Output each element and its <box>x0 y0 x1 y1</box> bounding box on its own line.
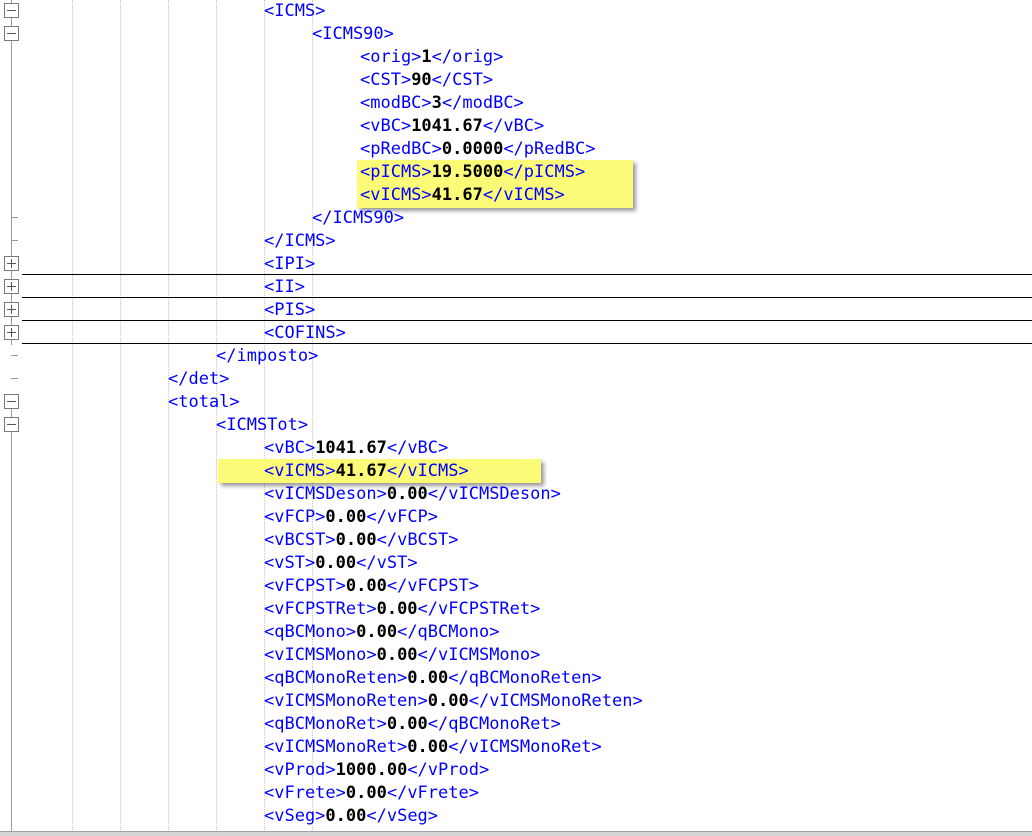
xml-line-tot-vbc[interactable]: <vBC>1041.67</vBC> <box>264 437 448 460</box>
fold-end-mark <box>11 378 18 379</box>
collapsed-block-rule <box>22 320 1032 321</box>
xml-line-tot-qbcmonoreten[interactable]: <qBCMonoReten>0.00</qBCMonoReten> <box>264 667 602 690</box>
fold-end-mark <box>11 217 18 218</box>
total-open-tag[interactable]: <total> <box>168 391 240 414</box>
xml-line-tot-vicmsmono[interactable]: <vICMSMono>0.00</vICMSMono> <box>264 644 540 667</box>
collapsed-node-ii[interactable]: <II> <box>264 276 305 299</box>
icmstot-open-tag[interactable]: <ICMSTot> <box>216 414 308 437</box>
xml-line-tot-vst[interactable]: <vST>0.00</vST> <box>264 552 418 575</box>
fold-end-mark <box>11 355 18 356</box>
xml-line-predbc[interactable]: <pRedBC>0.0000</pRedBC> <box>360 138 595 161</box>
editor-bottom-edge <box>0 831 1032 836</box>
fold-end-mark <box>11 240 18 241</box>
fold-line <box>11 394 12 836</box>
fold-plus-icon[interactable] <box>4 279 19 294</box>
fold-plus-icon[interactable] <box>4 256 19 271</box>
icms-open-tag[interactable]: <ICMS> <box>264 0 325 23</box>
xml-line-tot-vicmsmonoreten[interactable]: <vICMSMonoReten>0.00</vICMSMonoReten> <box>264 690 643 713</box>
fold-minus-icon[interactable] <box>4 26 19 41</box>
collapsed-node-cofins[interactable]: <COFINS> <box>264 322 346 345</box>
indent-guide <box>168 0 169 836</box>
xml-line-tot-vicms[interactable]: <vICMS>41.67</vICMS> <box>264 460 469 483</box>
xml-line-tot-vfcpstret[interactable]: <vFCPSTRet>0.00</vFCPSTRet> <box>264 598 540 621</box>
fold-margin <box>0 0 22 836</box>
xml-line-modbc[interactable]: <modBC>3</modBC> <box>360 92 524 115</box>
collapsed-node-pis[interactable]: <PIS> <box>264 299 315 322</box>
xml-line-tot-vbcst[interactable]: <vBCST>0.00</vBCST> <box>264 529 459 552</box>
fold-minus-icon[interactable] <box>4 417 19 432</box>
xml-line-vicms[interactable]: <vICMS>41.67</vICMS> <box>360 184 565 207</box>
fold-minus-icon[interactable] <box>4 3 19 18</box>
fold-plus-icon[interactable] <box>4 302 19 317</box>
xml-line-tot-vfcp[interactable]: <vFCP>0.00</vFCP> <box>264 506 438 529</box>
xml-line-cst[interactable]: <CST>90</CST> <box>360 69 493 92</box>
collapsed-node-ipi[interactable]: <IPI> <box>264 253 315 276</box>
xml-line-tot-vfrete[interactable]: <vFrete>0.00</vFrete> <box>264 782 479 805</box>
icms90-close-tag[interactable]: </ICMS90> <box>312 207 404 230</box>
xml-line-tot-qbcmonoret[interactable]: <qBCMonoRet>0.00</qBCMonoRet> <box>264 713 561 736</box>
xml-line-orig[interactable]: <orig>1</orig> <box>360 46 503 69</box>
fold-plus-icon[interactable] <box>4 325 19 340</box>
det-close-tag[interactable]: </det> <box>168 368 229 391</box>
imposto-close-tag[interactable]: </imposto> <box>216 345 318 368</box>
icms-close-tag[interactable]: </ICMS> <box>264 230 336 253</box>
xml-line-vbc[interactable]: <vBC>1041.67</vBC> <box>360 115 544 138</box>
indent-guide <box>72 0 73 836</box>
xml-line-tot-vprod[interactable]: <vProd>1000.00</vProd> <box>264 759 489 782</box>
collapsed-block-rule <box>22 343 1032 344</box>
collapsed-block-rule <box>22 274 1032 275</box>
indent-guide <box>120 0 121 836</box>
xml-line-tot-vseg[interactable]: <vSeg>0.00</vSeg> <box>264 805 438 828</box>
fold-minus-icon[interactable] <box>4 394 19 409</box>
collapsed-block-rule <box>22 297 1032 298</box>
xml-line-tot-vfcpst[interactable]: <vFCPST>0.00</vFCPST> <box>264 575 479 598</box>
xml-line-tot-qbcmono[interactable]: <qBCMono>0.00</qBCMono> <box>264 621 499 644</box>
icms90-open-tag[interactable]: <ICMS90> <box>312 23 394 46</box>
xml-line-picms[interactable]: <pICMS>19.5000</pICMS> <box>360 161 585 184</box>
xml-line-tot-vicmsdeson[interactable]: <vICMSDeson>0.00</vICMSDeson> <box>264 483 561 506</box>
xml-editor[interactable]: <ICMS> <ICMS90> <orig>1</orig> <CST>90</… <box>0 0 1032 836</box>
xml-line-tot-vicmsmonoret[interactable]: <vICMSMonoRet>0.00</vICMSMonoRet> <box>264 736 602 759</box>
